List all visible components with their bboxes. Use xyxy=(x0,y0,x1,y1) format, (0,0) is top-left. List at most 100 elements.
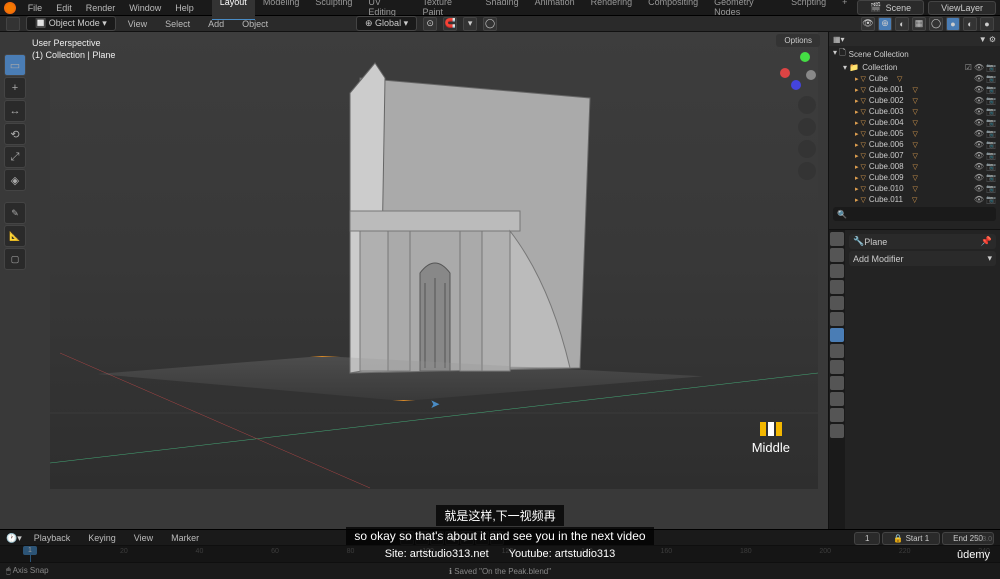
annotate-tool[interactable]: ✎ xyxy=(4,202,26,224)
cursor-tool[interactable]: + xyxy=(4,77,26,99)
camera-icon[interactable]: 📷 xyxy=(986,85,996,94)
render-tab-icon[interactable] xyxy=(830,232,844,246)
outliner-search[interactable]: 🔍 xyxy=(833,207,996,221)
menu-help[interactable]: Help xyxy=(169,1,200,15)
pivot-icon[interactable]: ⊙ xyxy=(423,17,437,31)
gizmo-x-icon[interactable] xyxy=(780,68,790,78)
snap-toggle-icon[interactable]: 🧲 xyxy=(443,17,457,31)
jump-start-icon[interactable]: ⏮ xyxy=(415,531,429,545)
submenu-view[interactable]: View xyxy=(122,17,153,31)
camera-icon[interactable]: 📷 xyxy=(986,118,996,127)
move-tool[interactable]: ↔ xyxy=(4,100,26,122)
viewlayer-tab-icon[interactable] xyxy=(830,264,844,278)
play-icon[interactable]: ▶ xyxy=(460,531,474,545)
tab-sculpting[interactable]: Sculpting xyxy=(307,0,360,20)
output-tab-icon[interactable] xyxy=(830,248,844,262)
camera-icon[interactable]: 📷 xyxy=(986,74,996,83)
persp-ortho-icon[interactable] xyxy=(798,162,816,180)
out-item[interactable]: ▸ ▽Cube.007▽👁📷 xyxy=(829,150,1000,161)
auto-key-icon[interactable]: ● xyxy=(400,531,414,545)
pan-tool-icon[interactable] xyxy=(798,118,816,136)
tl-view[interactable]: View xyxy=(128,531,159,545)
data-tab-icon[interactable] xyxy=(830,392,844,406)
menu-window[interactable]: Window xyxy=(123,1,167,15)
zoom-tool-icon[interactable] xyxy=(798,96,816,114)
camera-icon[interactable]: 📷 xyxy=(986,162,996,171)
constraint-tab-icon[interactable] xyxy=(830,376,844,390)
camera-icon[interactable]: 📷 xyxy=(986,107,996,116)
camera-icon[interactable]: 📷 xyxy=(986,173,996,182)
camera-icon[interactable]: 📷 xyxy=(986,184,996,193)
tab-scripting[interactable]: Scripting xyxy=(783,0,834,20)
out-item[interactable]: ▸ ▽Cube.004▽👁📷 xyxy=(829,117,1000,128)
out-collection[interactable]: ▾ 📁Collection ☑👁📷 xyxy=(829,62,1000,73)
eye-icon[interactable]: 👁 xyxy=(974,173,984,182)
eye-icon[interactable]: 👁 xyxy=(974,96,984,105)
xray-icon[interactable]: ▦ xyxy=(912,17,926,31)
tl-playback[interactable]: Playback xyxy=(28,531,77,545)
mode-dropdown[interactable]: 🔲 Object Mode ▾ xyxy=(26,16,116,31)
orientation-dropdown[interactable]: ⊕ Global ▾ xyxy=(356,16,417,31)
gizmo-z-icon[interactable] xyxy=(791,80,801,90)
texture-tab-icon[interactable] xyxy=(830,424,844,438)
wireframe-icon[interactable]: ◯ xyxy=(929,17,943,31)
out-scene-collection[interactable]: ▾ 🗋Scene Collection xyxy=(829,46,1000,62)
out-item[interactable]: ▸ ▽Cube.002▽👁📷 xyxy=(829,95,1000,106)
play-rev-icon[interactable]: ◀ xyxy=(445,531,459,545)
out-item[interactable]: ▸ ▽Cube.010▽👁📷 xyxy=(829,183,1000,194)
out-item[interactable]: ▸ ▽Cube.005▽👁📷 xyxy=(829,128,1000,139)
eye-icon[interactable]: 👁 xyxy=(974,151,984,160)
selected-object-row[interactable]: 🔧 Plane 📌 xyxy=(849,234,996,249)
submenu-add[interactable]: Add xyxy=(202,17,230,31)
overlay-toggle-icon[interactable]: ◐ xyxy=(895,17,909,31)
gizmo-toggle-icon[interactable]: ⊕ xyxy=(878,17,892,31)
measure-tool[interactable]: 📐 xyxy=(4,225,26,247)
world-tab-icon[interactable] xyxy=(830,296,844,310)
tl-marker[interactable]: Marker xyxy=(165,531,205,545)
tab-compositing[interactable]: Compositing xyxy=(640,0,706,20)
menu-file[interactable]: File xyxy=(22,1,49,15)
tab-geometry-nodes[interactable]: Geometry Nodes xyxy=(706,0,783,20)
scene-tab-icon[interactable] xyxy=(830,280,844,294)
prev-key-icon[interactable]: ◂ xyxy=(430,531,444,545)
material-tab-icon[interactable] xyxy=(830,408,844,422)
gizmo-y-icon[interactable] xyxy=(800,52,810,62)
start-frame[interactable]: 🔒 Start 1 xyxy=(882,532,940,545)
eye-icon[interactable]: 👁 xyxy=(974,140,984,149)
outliner-type-icon[interactable]: ▦▾ xyxy=(833,35,845,44)
eye-icon[interactable]: 👁 xyxy=(974,162,984,171)
camera-icon[interactable]: 📷 xyxy=(986,195,996,204)
material-preview-icon[interactable]: ◐ xyxy=(963,17,977,31)
out-item[interactable]: ▸ ▽Cube.009▽👁📷 xyxy=(829,172,1000,183)
snap-type-icon[interactable]: ▾ xyxy=(463,17,477,31)
jump-end-icon[interactable]: ⏭ xyxy=(490,531,504,545)
particle-tab-icon[interactable] xyxy=(830,344,844,358)
add-modifier-button[interactable]: Add Modifier ▾ xyxy=(849,251,996,266)
modifier-tab-icon[interactable] xyxy=(830,328,844,342)
eye-icon[interactable]: 👁 xyxy=(974,85,984,94)
scene-selector[interactable]: 🎬Scene xyxy=(857,0,924,15)
submenu-select[interactable]: Select xyxy=(159,17,196,31)
camera-icon[interactable]: 📷 xyxy=(986,151,996,160)
transform-tool[interactable]: ◈ xyxy=(4,169,26,191)
submenu-object[interactable]: Object xyxy=(236,17,274,31)
eye-icon[interactable]: 👁 xyxy=(974,184,984,193)
out-item[interactable]: ▸ ▽Cube.003▽👁📷 xyxy=(829,106,1000,117)
scale-tool[interactable]: ⤢ xyxy=(4,146,26,168)
tab-add[interactable]: + xyxy=(834,0,855,20)
menu-edit[interactable]: Edit xyxy=(50,1,78,15)
camera-icon[interactable]: 📷 xyxy=(986,129,996,138)
out-item[interactable]: ▸ ▽Cube.001▽👁📷 xyxy=(829,84,1000,95)
eye-icon[interactable]: 👁 xyxy=(974,129,984,138)
out-item[interactable]: ▸ ▽Cube.006▽👁📷 xyxy=(829,139,1000,150)
solid-shading-icon[interactable]: ● xyxy=(946,17,960,31)
editor-type-icon[interactable] xyxy=(6,17,20,31)
timeline-type-icon[interactable]: 🕐▾ xyxy=(6,533,22,544)
add-tool[interactable]: ▢ xyxy=(4,248,26,270)
eye-icon[interactable]: 👁 xyxy=(974,195,984,204)
select-tool[interactable]: ▭ xyxy=(4,54,26,76)
menu-render[interactable]: Render xyxy=(80,1,122,15)
prop-edit-icon[interactable]: ◯ xyxy=(483,17,497,31)
out-item[interactable]: ▸ ▽Cube.008▽👁📷 xyxy=(829,161,1000,172)
out-item[interactable]: ▸ ▽Cube▽👁📷 xyxy=(829,73,1000,84)
